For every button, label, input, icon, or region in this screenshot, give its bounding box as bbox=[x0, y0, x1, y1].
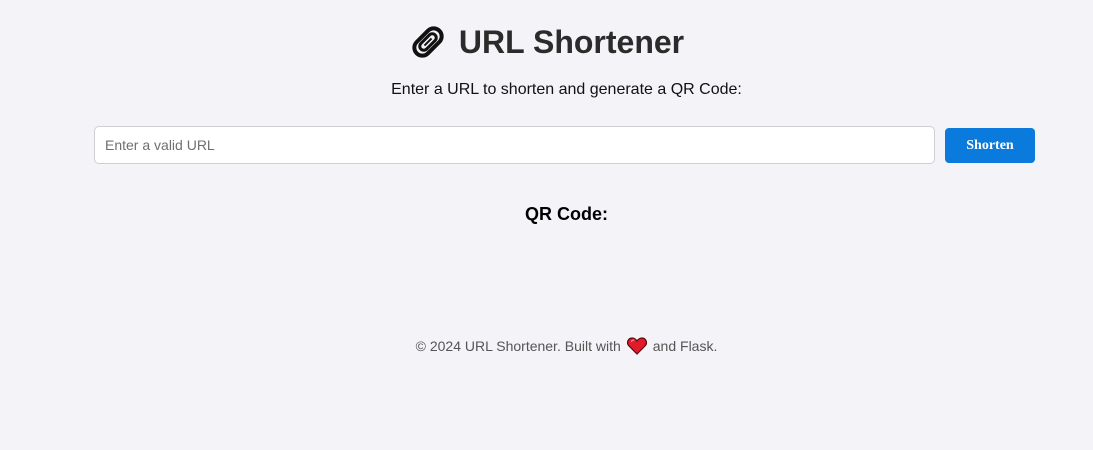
page-subtitle: Enter a URL to shorten and generate a QR… bbox=[391, 81, 742, 98]
url-input[interactable] bbox=[94, 126, 935, 164]
heart-icon bbox=[626, 337, 647, 355]
page-title: URL Shortener bbox=[458, 24, 685, 60]
footer-text-before: © 2024 URL Shortener. Built with bbox=[415, 338, 621, 354]
shorten-form: Shorten bbox=[94, 126, 1035, 164]
link-icon bbox=[409, 23, 447, 61]
qr-code-heading: QR Code: bbox=[525, 204, 608, 224]
footer-text-after: and Flask. bbox=[652, 338, 718, 354]
page-header: URL Shortener bbox=[0, 22, 1093, 62]
shorten-button[interactable]: Shorten bbox=[945, 128, 1035, 163]
page-footer: © 2024 URL Shortener. Built with and Fla… bbox=[0, 336, 1093, 356]
